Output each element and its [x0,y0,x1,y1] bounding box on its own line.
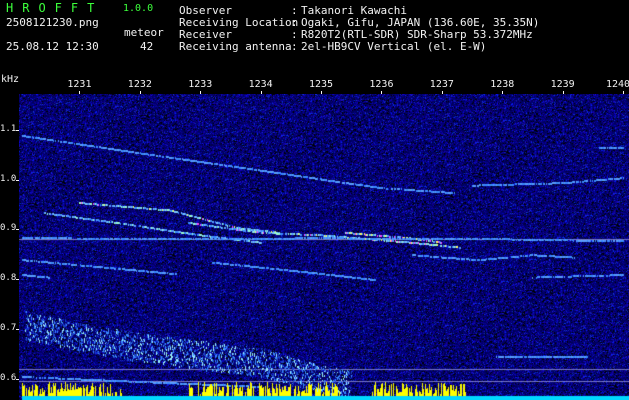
app-version: 1.0.0 [123,3,154,14]
x-tick-label: 1236 [369,79,394,90]
spectrogram [19,94,629,400]
y-tick-label: 1.1 [0,124,17,134]
x-tick-label: 1233 [188,79,213,90]
y-tick-mark [16,130,19,131]
capture-datetime: 25.08.12 12:30 [6,40,99,53]
y-tick-mark [16,328,19,330]
y-tick-mark [16,378,19,380]
x-tick-label: 1238 [490,79,515,90]
x-tick-mark [381,91,383,94]
x-tick-label: 1231 [67,79,92,90]
x-tick-mark [441,91,443,94]
antenna-separator: : [291,40,298,53]
x-tick-mark [79,91,81,94]
x-tick-mark [321,91,322,94]
x-tick-label: 1237 [429,79,454,90]
x-tick-mark [623,91,624,94]
antenna-label: Receiving antenna [179,40,292,53]
antenna-value: 2el-HB9CV Vertical (el. E-W) [301,40,487,53]
x-tick-label: 1234 [248,79,273,90]
hrofft-screen: HROFFT 1.0.0 2508121230.png 25.08.12 12:… [0,0,629,400]
file-name: 2508121230.png [6,16,99,29]
y-tick-mark [16,179,19,181]
y-tick-label: 1.0 [0,173,17,184]
x-tick-label: 1235 [309,79,334,90]
x-tick-label: 1240 [606,79,629,90]
y-tick-mark [16,279,19,281]
meteor-count-label: meteor [124,26,164,39]
y-tick-mark [16,229,19,231]
meteor-count-value: 42 [140,40,154,53]
x-tick-mark [562,91,564,94]
x-tick-label: 1232 [127,79,152,90]
x-tick-mark [139,91,141,94]
y-tick-label: 0.6 [0,372,17,383]
y-tick-label: 0.7 [0,322,17,333]
x-tick-label: 1239 [550,79,575,90]
y-tick-label: 0.9 [0,223,17,234]
app-logo: HROFFT [6,1,104,15]
x-tick-mark [260,91,262,94]
x-tick-mark [502,91,504,94]
spectrogram-canvas [19,94,629,400]
x-tick-mark [200,91,202,94]
y-tick-label: 0.8 [0,273,17,284]
